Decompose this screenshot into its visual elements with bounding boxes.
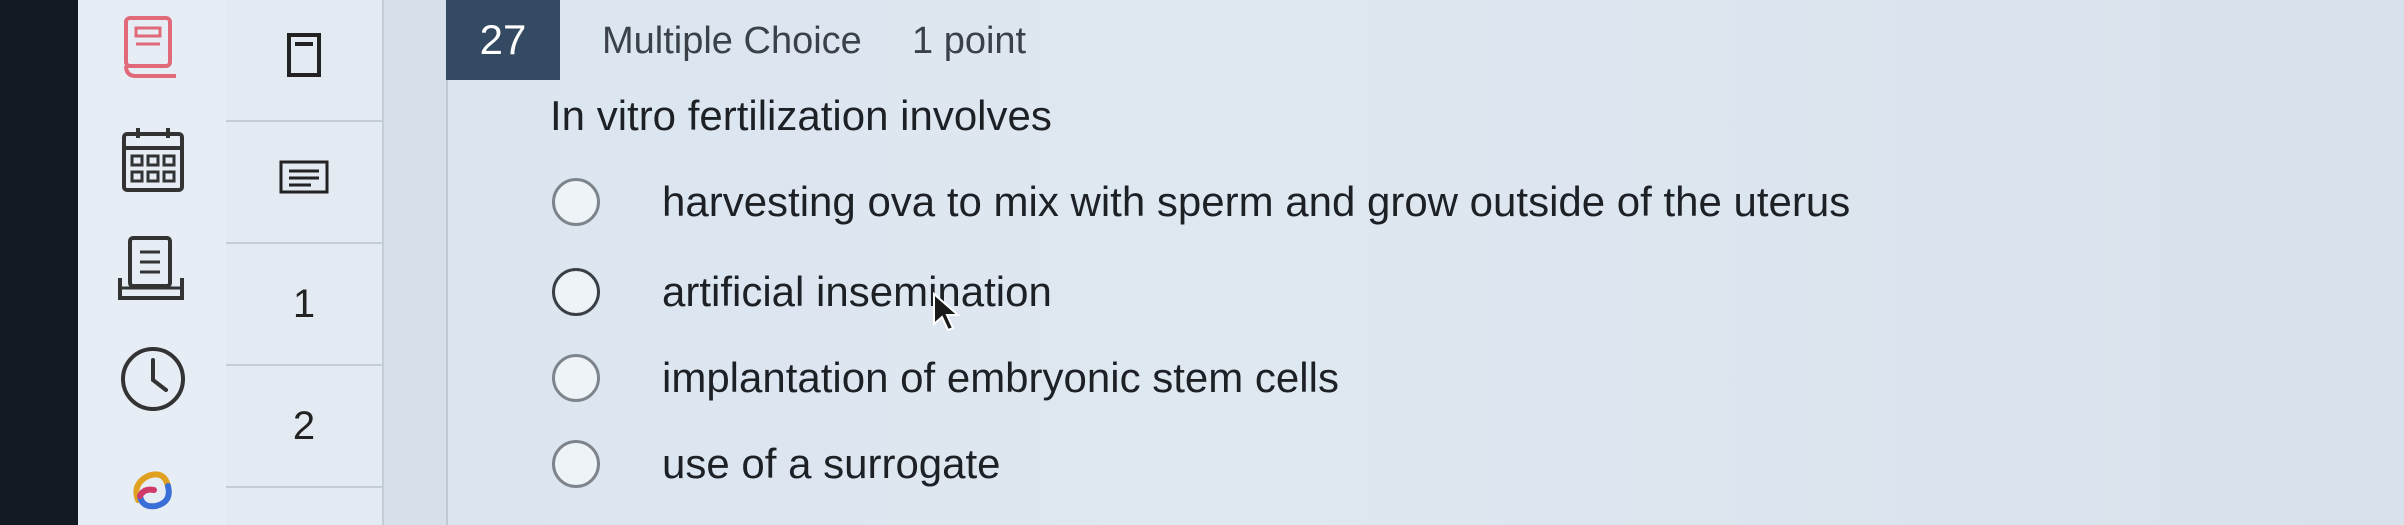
nav-number: 1 bbox=[292, 281, 316, 326]
answer-option[interactable]: use of a surrogate bbox=[552, 434, 1001, 494]
tool-rail bbox=[78, 0, 228, 525]
answer-option[interactable]: implantation of embryonic stem cells bbox=[552, 348, 1339, 408]
window-edge bbox=[0, 0, 78, 525]
question-navigator: 1 2 bbox=[226, 0, 384, 525]
radio-button[interactable] bbox=[552, 440, 600, 488]
nav-number: 2 bbox=[292, 403, 316, 448]
notes-icon[interactable] bbox=[116, 234, 188, 306]
radio-button[interactable] bbox=[552, 354, 600, 402]
ebook-icon[interactable] bbox=[120, 14, 182, 80]
question-type: Multiple Choice bbox=[602, 20, 862, 62]
answer-option[interactable]: artificial insemination bbox=[552, 262, 1052, 322]
option-label: artificial insemination bbox=[662, 268, 1052, 315]
option-label: implantation of embryonic stem cells bbox=[662, 354, 1339, 401]
answer-option[interactable]: harvesting ova to mix with sperm and gro… bbox=[552, 172, 1850, 232]
question-points: 1 point bbox=[912, 20, 1027, 62]
calendar-icon[interactable] bbox=[120, 124, 186, 196]
nav-item-1[interactable]: 1 bbox=[226, 244, 382, 366]
notes-list-button[interactable] bbox=[226, 122, 382, 244]
question-prompt: In vitro fertilization involves bbox=[550, 92, 1052, 139]
list-icon bbox=[278, 159, 330, 205]
swirl-logo-icon bbox=[128, 466, 176, 514]
radio-button[interactable] bbox=[552, 178, 600, 226]
question-number: 27 bbox=[446, 0, 560, 80]
option-label: use of a surrogate bbox=[662, 440, 1001, 487]
cursor-icon bbox=[932, 291, 962, 339]
panel-divider bbox=[446, 80, 448, 525]
clock-icon[interactable] bbox=[118, 344, 188, 414]
radio-button[interactable] bbox=[552, 268, 600, 316]
nav-item-2[interactable]: 2 bbox=[226, 366, 382, 488]
bookmark-button[interactable] bbox=[226, 0, 382, 122]
bookmark-icon bbox=[286, 32, 322, 88]
option-label: harvesting ova to mix with sperm and gro… bbox=[662, 178, 1851, 225]
